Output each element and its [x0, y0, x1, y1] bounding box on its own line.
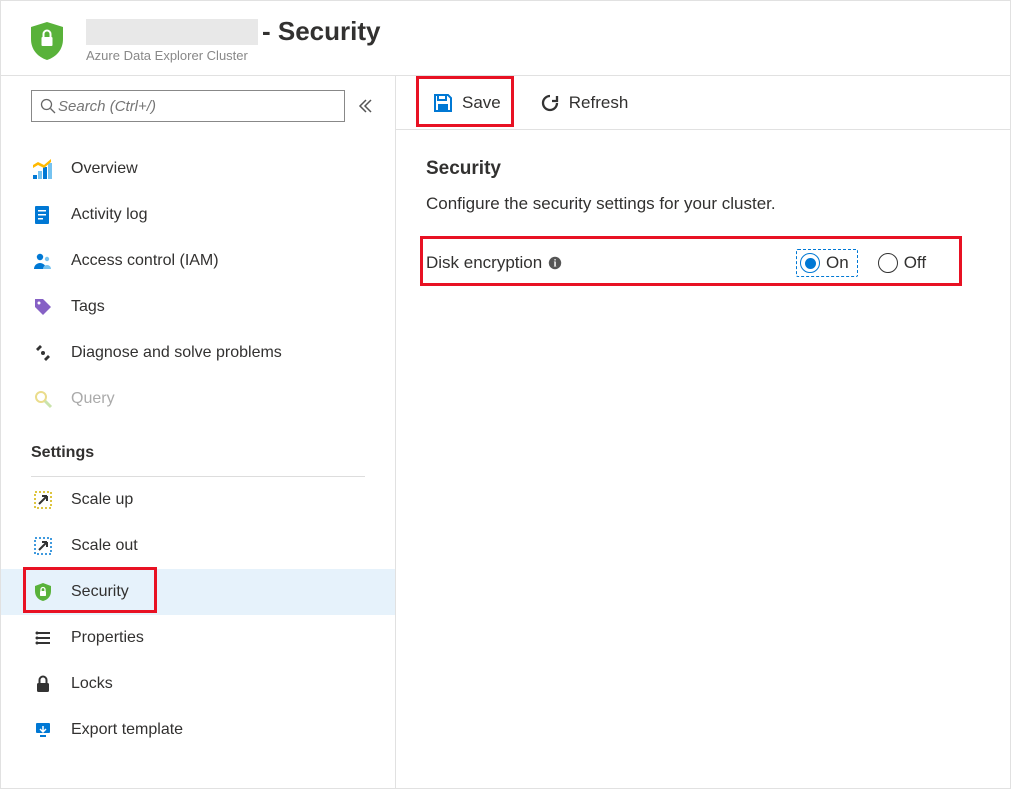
sidebar-item-label: Activity log [71, 206, 147, 224]
properties-icon [31, 626, 55, 650]
save-icon [432, 92, 454, 114]
sidebar-item-access-control[interactable]: Access control (IAM) [1, 238, 395, 284]
sidebar-item-label: Diagnose and solve problems [71, 344, 282, 362]
redacted-name [86, 19, 258, 45]
access-control-icon [31, 249, 55, 273]
sidebar-item-label: Access control (IAM) [71, 252, 219, 270]
sidebar-item-query[interactable]: Query [1, 376, 395, 422]
sidebar-item-locks[interactable]: Locks [1, 661, 395, 707]
refresh-icon [539, 92, 561, 114]
refresh-button[interactable]: Refresh [533, 83, 635, 123]
tag-icon [31, 295, 55, 319]
sidebar-item-label: Tags [71, 298, 105, 316]
disk-encryption-label: Disk encryption [426, 253, 542, 273]
diagnose-icon [31, 341, 55, 365]
sidebar-item-overview[interactable]: Overview [1, 146, 395, 192]
section-settings-label: Settings [1, 422, 395, 468]
radio-off[interactable]: Off [878, 253, 926, 273]
save-button[interactable]: Save [426, 83, 507, 123]
blade-header: - Security Azure Data Explorer Cluster [1, 1, 1010, 76]
content-title: Security [426, 158, 980, 180]
search-input[interactable] [31, 90, 345, 122]
sidebar-item-label: Scale up [71, 491, 133, 509]
sidebar-item-label: Overview [71, 160, 138, 178]
title-suffix: - Security [262, 17, 381, 46]
sidebar-item-scale-out[interactable]: Scale out [1, 523, 395, 569]
lock-icon [31, 672, 55, 696]
sidebar-item-properties[interactable]: Properties [1, 615, 395, 661]
radio-circle-icon [878, 253, 898, 273]
info-icon[interactable]: i [548, 256, 562, 270]
sidebar-item-label: Query [71, 390, 115, 408]
search-icon [40, 98, 56, 114]
sidebar: Overview Activity log Access control (IA… [1, 76, 396, 788]
overview-icon [31, 157, 55, 181]
sidebar-item-security[interactable]: Security [1, 569, 395, 615]
command-bar: Save Refresh [396, 76, 1010, 130]
sidebar-item-label: Locks [71, 675, 113, 693]
main-content: Save Refresh Security Configure the secu… [396, 76, 1010, 788]
shield-small-icon [31, 580, 55, 604]
refresh-label: Refresh [569, 93, 629, 113]
svg-text:i: i [554, 259, 557, 270]
shield-icon [26, 19, 68, 61]
radio-on-label: On [826, 253, 849, 273]
sidebar-item-export-template[interactable]: Export template [1, 707, 395, 753]
radio-off-label: Off [904, 253, 926, 273]
export-template-icon [31, 718, 55, 742]
sidebar-item-activity-log[interactable]: Activity log [1, 192, 395, 238]
resource-type-label: Azure Data Explorer Cluster [86, 48, 381, 63]
sidebar-item-label: Export template [71, 721, 183, 739]
sidebar-item-scale-up[interactable]: Scale up [1, 477, 395, 523]
disk-encryption-radio-group: On Off [796, 249, 926, 277]
page-title: - Security [86, 17, 381, 46]
scale-up-icon [31, 488, 55, 512]
sidebar-item-label: Properties [71, 629, 144, 647]
radio-on[interactable]: On [796, 249, 858, 277]
activity-log-icon [31, 203, 55, 227]
sidebar-item-tags[interactable]: Tags [1, 284, 395, 330]
sidebar-item-label: Security [71, 583, 129, 601]
radio-circle-icon [800, 253, 820, 273]
scale-out-icon [31, 534, 55, 558]
sidebar-item-diagnose[interactable]: Diagnose and solve problems [1, 330, 395, 376]
query-icon [31, 387, 55, 411]
collapse-sidebar-button[interactable] [357, 98, 373, 114]
save-label: Save [462, 93, 501, 113]
content-description: Configure the security settings for your… [426, 194, 980, 214]
sidebar-item-label: Scale out [71, 537, 138, 555]
disk-encryption-row: Disk encryption i On Off [426, 240, 980, 286]
search-field[interactable] [56, 97, 336, 116]
